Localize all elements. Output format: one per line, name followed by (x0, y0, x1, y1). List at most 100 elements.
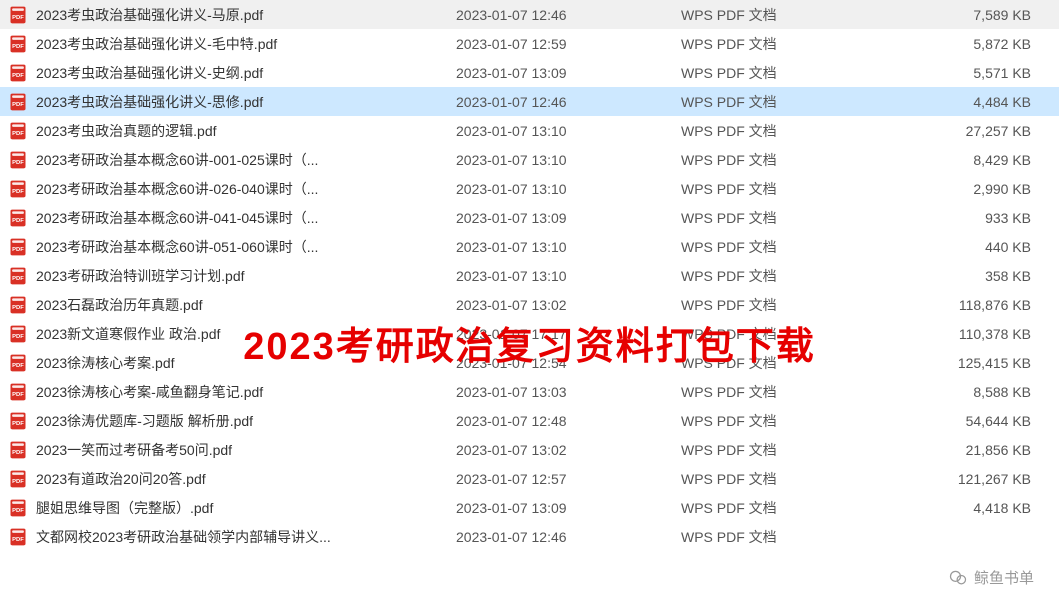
file-name: 2023一笑而过考研备考50问.pdf (36, 440, 456, 460)
file-date: 2023-01-07 13:03 (456, 384, 681, 400)
pdf-file-icon: PDF (8, 208, 28, 228)
file-type: WPS PDF 文档 (681, 208, 881, 228)
file-date: 2023-01-07 17:17 (456, 326, 681, 342)
file-name: 2023徐涛优题库-习题版 解析册.pdf (36, 411, 456, 431)
file-type: WPS PDF 文档 (681, 498, 881, 518)
pdf-file-icon: PDF (8, 266, 28, 286)
file-size: 125,415 KB (881, 355, 1051, 371)
file-name: 2023考研政治基本概念60讲-026-040课时（... (36, 179, 456, 199)
file-size: 4,484 KB (881, 94, 1051, 110)
file-row[interactable]: PDF 文都网校2023考研政治基础领学内部辅导讲义...2023-01-07 1… (0, 522, 1059, 551)
file-row[interactable]: PDF 2023考虫政治真题的逻辑.pdf2023-01-07 13:10WPS … (0, 116, 1059, 145)
file-size: 8,588 KB (881, 384, 1051, 400)
pdf-file-icon: PDF (8, 353, 28, 373)
file-row[interactable]: PDF腿姐思维导图（完整版）.pdf2023-01-07 13:09WPS PD… (0, 493, 1059, 522)
file-size: 5,872 KB (881, 36, 1051, 52)
file-row[interactable]: PDF2023有道政治20问20答.pdf2023-01-07 12:57WPS… (0, 464, 1059, 493)
file-row[interactable]: PDF2023考虫政治基础强化讲义-毛中特.pdf2023-01-07 12:5… (0, 29, 1059, 58)
pdf-file-icon: PDF (8, 527, 28, 547)
file-size: 358 KB (881, 268, 1051, 284)
file-size: 2,990 KB (881, 181, 1051, 197)
file-row[interactable]: PDF2023考研政治特训班学习计划.pdf2023-01-07 13:10WP… (0, 261, 1059, 290)
svg-text:PDF: PDF (12, 15, 24, 21)
file-type: WPS PDF 文档 (681, 324, 881, 344)
pdf-file-icon: PDF (8, 469, 28, 489)
file-type: WPS PDF 文档 (681, 237, 881, 257)
file-type: WPS PDF 文档 (681, 34, 881, 54)
svg-text:PDF: PDF (12, 247, 24, 253)
file-name: 2023徐涛核心考案-咸鱼翻身笔记.pdf (36, 382, 456, 402)
file-date: 2023-01-07 13:02 (456, 297, 681, 313)
file-size: 118,876 KB (881, 297, 1051, 313)
file-date: 2023-01-07 13:09 (456, 65, 681, 81)
file-date: 2023-01-07 13:09 (456, 210, 681, 226)
pdf-file-icon: PDF (8, 411, 28, 431)
pdf-file-icon: PDF (8, 34, 28, 54)
file-row[interactable]: PDF 2023考研政治基本概念60讲-001-025课时（...2023-01-… (0, 145, 1059, 174)
file-name: 文都网校2023考研政治基础领学内部辅导讲义... (36, 527, 456, 547)
file-name: 2023考研政治基本概念60讲-051-060课时（... (36, 237, 456, 257)
pdf-file-icon: PDF (8, 295, 28, 315)
svg-text:PDF: PDF (12, 160, 24, 166)
file-name: 2023考虫政治基础强化讲义-思修.pdf (36, 92, 456, 112)
file-size: 21,856 KB (881, 442, 1051, 458)
pdf-file-icon: PDF (8, 5, 28, 25)
file-row[interactable]: PDF2023考虫政治基础强化讲义-马原.pdf2023-01-07 12:46… (0, 0, 1059, 29)
pdf-file-icon: PDF (8, 92, 28, 112)
svg-text:PDF: PDF (12, 508, 24, 514)
file-name: 2023考研政治特训班学习计划.pdf (36, 266, 456, 286)
file-type: WPS PDF 文档 (681, 121, 881, 141)
watermark: 鲸鱼书单 (948, 567, 1034, 588)
file-name: 2023石磊政治历年真题.pdf (36, 295, 456, 315)
file-type: WPS PDF 文档 (681, 411, 881, 431)
file-type: WPS PDF 文档 (681, 63, 881, 83)
file-type: WPS PDF 文档 (681, 179, 881, 199)
file-size: 440 KB (881, 239, 1051, 255)
file-row[interactable]: PDF 2023考研政治基本概念60讲-026-040课时（...2023-01-… (0, 174, 1059, 203)
file-date: 2023-01-07 12:46 (456, 529, 681, 545)
file-size: 8,429 KB (881, 152, 1051, 168)
pdf-file-icon: PDF (8, 498, 28, 518)
file-name: 2023考研政治基本概念60讲-001-025课时（... (36, 150, 456, 170)
svg-text:PDF: PDF (12, 276, 24, 282)
file-row[interactable]: PDF 2023考虫政治基础强化讲义-史纲.pdf2023-01-07 13:09… (0, 58, 1059, 87)
file-row[interactable]: PDF2023徐涛核心考案.pdf2023-01-07 12:54WPS PDF… (0, 348, 1059, 377)
file-name: 2023考研政治基本概念60讲-041-045课时（... (36, 208, 456, 228)
pdf-file-icon: PDF (8, 179, 28, 199)
file-row[interactable]: PDF2023一笑而过考研备考50问.pdf2023-01-07 13:02WP… (0, 435, 1059, 464)
file-size: 121,267 KB (881, 471, 1051, 487)
pdf-file-icon: PDF (8, 121, 28, 141)
svg-text:PDF: PDF (12, 363, 24, 369)
svg-text:PDF: PDF (12, 450, 24, 456)
file-date: 2023-01-07 13:10 (456, 152, 681, 168)
file-date: 2023-01-07 13:10 (456, 181, 681, 197)
file-type: WPS PDF 文档 (681, 266, 881, 286)
svg-text:PDF: PDF (12, 537, 24, 543)
file-row[interactable]: PDF2023新文道寒假作业 政治.pdf2023-01-07 17:17WPS… (0, 319, 1059, 348)
file-name: 2023考虫政治基础强化讲义-史纲.pdf (36, 63, 456, 83)
file-row[interactable]: PDF 2023考研政治基本概念60讲-041-045课时（...2023-01-… (0, 203, 1059, 232)
file-size: 54,644 KB (881, 413, 1051, 429)
file-name: 2023考虫政治基础强化讲义-毛中特.pdf (36, 34, 456, 54)
file-name: 2023考虫政治真题的逻辑.pdf (36, 121, 456, 141)
file-row[interactable]: PDF2023石磊政治历年真题.pdf2023-01-07 13:02WPS P… (0, 290, 1059, 319)
file-date: 2023-01-07 12:54 (456, 355, 681, 371)
file-row[interactable]: PDF2023考虫政治基础强化讲义-思修.pdf2023-01-07 12:46… (0, 87, 1059, 116)
svg-text:PDF: PDF (12, 189, 24, 195)
file-name: 腿姐思维导图（完整版）.pdf (36, 498, 456, 518)
pdf-file-icon: PDF (8, 237, 28, 257)
pdf-file-icon: PDF (8, 150, 28, 170)
file-date: 2023-01-07 13:10 (456, 123, 681, 139)
file-size: 5,571 KB (881, 65, 1051, 81)
wechat-icon (948, 568, 968, 588)
file-row[interactable]: PDF2023徐涛核心考案-咸鱼翻身笔记.pdf2023-01-07 13:03… (0, 377, 1059, 406)
file-row[interactable]: PDF2023考研政治基本概念60讲-051-060课时（...2023-01-… (0, 232, 1059, 261)
pdf-file-icon: PDF (8, 440, 28, 460)
file-name: 2023新文道寒假作业 政治.pdf (36, 324, 456, 344)
svg-text:PDF: PDF (12, 73, 24, 79)
file-row[interactable]: PDF 2023徐涛优题库-习题版 解析册.pdf2023-01-07 12:48… (0, 406, 1059, 435)
svg-text:PDF: PDF (12, 479, 24, 485)
file-date: 2023-01-07 12:48 (456, 413, 681, 429)
file-size: 7,589 KB (881, 7, 1051, 23)
pdf-file-icon: PDF (8, 63, 28, 83)
